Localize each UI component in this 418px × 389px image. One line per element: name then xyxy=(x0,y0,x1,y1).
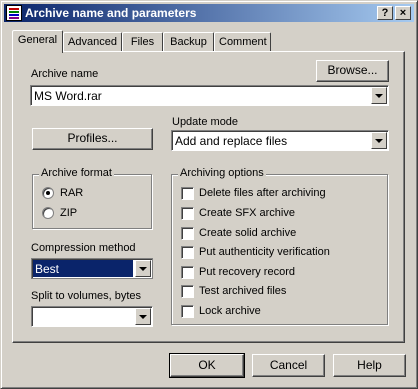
close-button[interactable]: × xyxy=(395,6,411,20)
archive-name-label: Archive name xyxy=(31,68,99,80)
archive-format-label: Archive format xyxy=(39,167,114,179)
checkbox-icon xyxy=(181,227,194,240)
checkbox-icon xyxy=(181,305,194,318)
ok-button[interactable]: OK xyxy=(169,353,245,378)
checkbox-icon xyxy=(181,285,194,298)
archiving-options-label: Archiving options xyxy=(178,167,266,179)
profiles-button[interactable]: Profiles... xyxy=(32,128,153,150)
chevron-down-icon[interactable] xyxy=(371,87,387,104)
tab-files[interactable]: Files xyxy=(122,32,163,52)
tab-comment[interactable]: Comment xyxy=(214,32,271,52)
archive-name-combo[interactable]: MS Word.rar xyxy=(30,85,389,106)
chevron-down-icon[interactable] xyxy=(135,260,151,277)
tab-advanced[interactable]: Advanced xyxy=(63,32,122,52)
archive-format-group: Archive format RAR ZIP xyxy=(32,167,152,229)
update-mode-label: Update mode xyxy=(172,116,239,128)
checkbox-icon xyxy=(181,207,194,220)
archiving-options-group: Archiving options Delete files after arc… xyxy=(171,167,388,325)
chevron-down-icon[interactable] xyxy=(135,308,151,325)
chevron-down-icon[interactable] xyxy=(371,132,387,149)
compression-select[interactable]: Best xyxy=(31,258,153,279)
browse-button[interactable]: Browse... xyxy=(316,60,389,82)
help-title-button[interactable]: ? xyxy=(377,6,393,20)
split-label: Split to volumes, bytes xyxy=(31,290,142,302)
checkbox-icon xyxy=(181,266,194,279)
window-title: Archive name and parameters xyxy=(25,6,197,20)
help-button[interactable]: Help xyxy=(333,354,406,377)
compression-label: Compression method xyxy=(31,242,136,254)
split-volumes-combo[interactable] xyxy=(31,306,153,327)
update-mode-select[interactable]: Add and replace files xyxy=(171,130,389,151)
tab-backup[interactable]: Backup xyxy=(163,32,214,52)
update-mode-value: Add and replace files xyxy=(175,134,288,148)
title-bar[interactable]: Archive name and parameters ? × xyxy=(4,4,414,22)
cancel-button[interactable]: Cancel xyxy=(252,354,325,377)
archive-name-value: MS Word.rar xyxy=(34,89,102,103)
dialog-window: Archive name and parameters ? × General … xyxy=(0,0,418,389)
winrar-icon xyxy=(6,5,22,21)
checkbox-icon xyxy=(181,187,194,200)
radio-empty-icon xyxy=(42,207,54,219)
checkbox-icon xyxy=(181,246,194,259)
radio-selected-icon xyxy=(42,187,54,199)
tab-general[interactable]: General xyxy=(12,30,63,53)
compression-value: Best xyxy=(35,262,60,276)
